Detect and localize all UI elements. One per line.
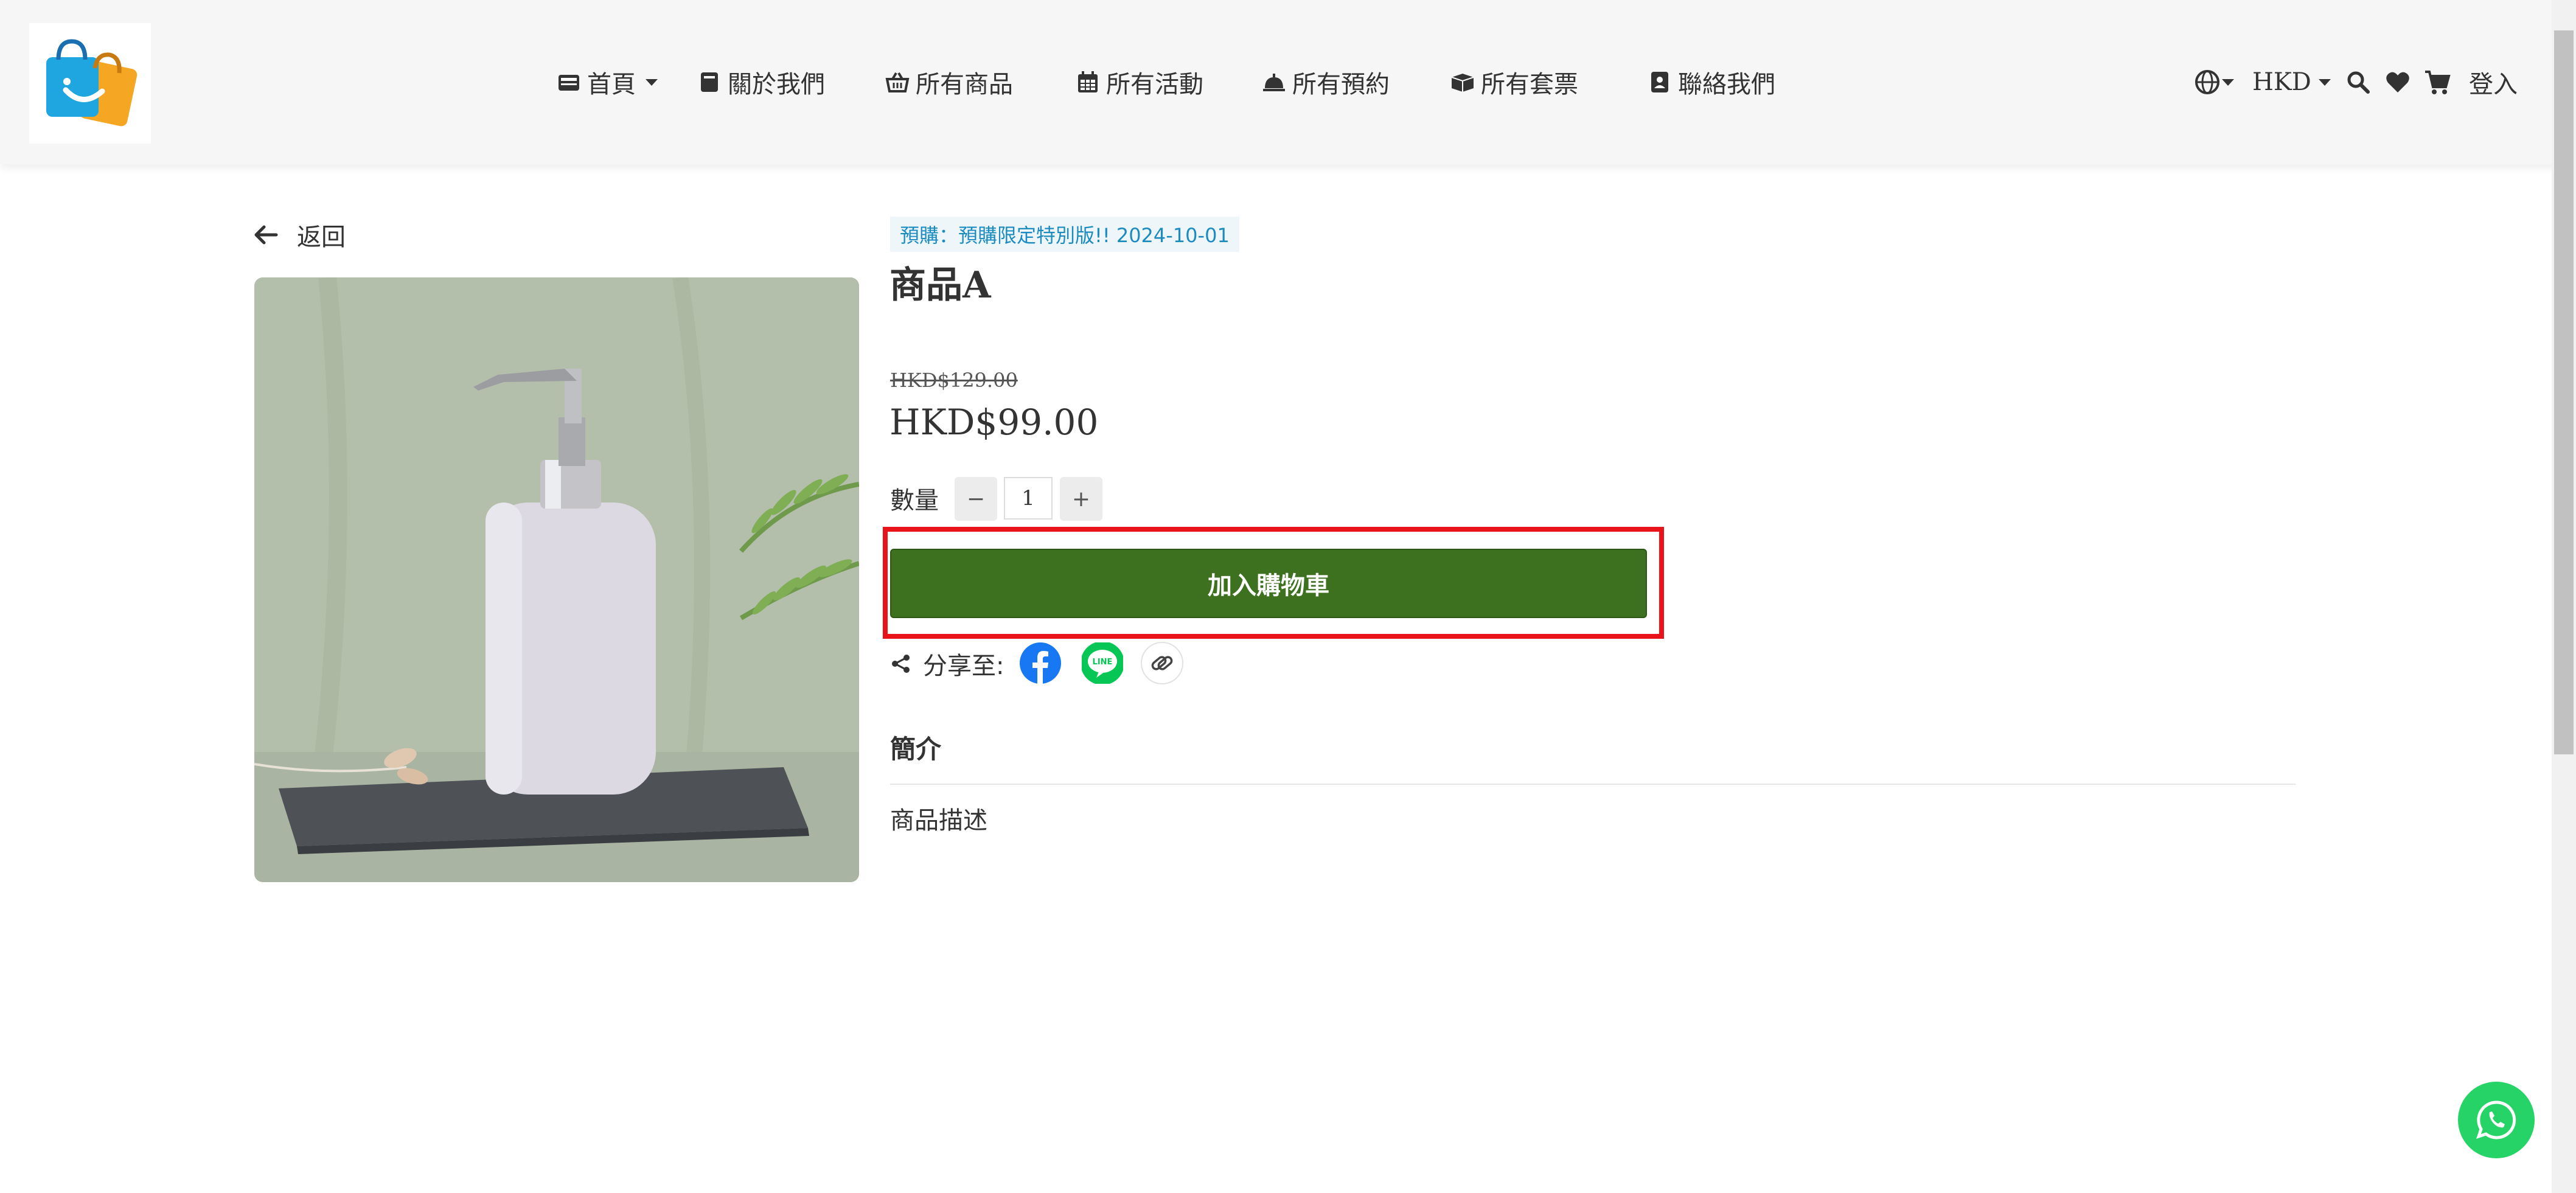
preorder-badge: 預購：預購限定特別版!! 2024-10-01: [890, 217, 1239, 252]
original-price: HKD$129.00: [890, 369, 1018, 392]
nav-products-label: 所有商品: [916, 71, 1013, 99]
nav-contact[interactable]: 聯絡我們: [1648, 61, 1775, 103]
nav-about[interactable]: 關於我們: [697, 61, 825, 103]
description-text: 商品描述: [890, 807, 987, 835]
nav-bookings-label: 所有預約: [1292, 71, 1390, 99]
shop-logo[interactable]: [29, 23, 151, 144]
soap-dispenser-photo: [254, 277, 859, 882]
site-header: 首頁 關於我們 所有商品 所有活動 所有預約 所有套票 聯絡我們 HKD 登入: [0, 0, 2576, 164]
search-icon[interactable]: [2346, 70, 2370, 94]
line-icon[interactable]: LINE: [1081, 641, 1124, 685]
back-label: 返回: [297, 223, 346, 251]
whatsapp-chat-button[interactable]: [2458, 1082, 2535, 1158]
share-row: 分享至:: [890, 642, 1004, 685]
quantity-increase-button[interactable]: +: [1060, 477, 1102, 521]
copy-link-icon[interactable]: [1140, 641, 1184, 685]
add-to-cart-button[interactable]: 加入購物車: [890, 549, 1647, 618]
svg-text:LINE: LINE: [1093, 658, 1113, 667]
facebook-icon[interactable]: [1018, 641, 1062, 685]
nav-packages-label: 所有套票: [1481, 71, 1578, 99]
share-icon: [892, 655, 910, 673]
book-icon: [701, 72, 718, 92]
nav-packages[interactable]: 所有套票: [1450, 61, 1578, 103]
globe-icon[interactable]: [2194, 69, 2221, 96]
currency-selector[interactable]: HKD: [2252, 61, 2333, 103]
sale-price: HKD$99.00: [889, 402, 1099, 443]
scrollbar-thumb[interactable]: [2554, 30, 2574, 754]
cart-icon[interactable]: [2424, 69, 2451, 96]
nav-home[interactable]: 首頁: [557, 61, 660, 103]
calendar-icon: [1078, 71, 1098, 92]
nav-products[interactable]: 所有商品: [885, 61, 1013, 103]
nav-bookings[interactable]: 所有預約: [1262, 61, 1390, 103]
basket-icon: [885, 72, 910, 92]
heart-icon[interactable]: [2385, 69, 2411, 95]
nav-about-label: 關於我們: [728, 71, 825, 99]
product-title: 商品A: [889, 264, 991, 307]
share-label: 分享至:: [923, 652, 1004, 680]
chevron-down-icon: [2318, 79, 2331, 86]
language-dropdown-icon[interactable]: [2219, 74, 2237, 91]
back-link[interactable]: 返回: [253, 217, 346, 253]
nav-home-label: 首頁: [587, 71, 636, 99]
quantity-label: 數量: [890, 487, 939, 515]
id-card-icon: [559, 75, 579, 91]
chevron-down-icon: [646, 79, 658, 86]
address-book-icon: [1651, 72, 1668, 92]
nav-events[interactable]: 所有活動: [1076, 61, 1203, 103]
nav-contact-label: 聯絡我們: [1678, 71, 1775, 99]
description-divider: [890, 784, 2296, 785]
nav-events-label: 所有活動: [1106, 71, 1203, 99]
shopping-bags-logo-icon: [46, 39, 138, 127]
product-image[interactable]: [254, 277, 859, 882]
login-link[interactable]: 登入: [2469, 61, 2518, 103]
whatsapp-icon: [2476, 1101, 2516, 1139]
description-heading: 簡介: [890, 734, 942, 764]
currency-label: HKD: [2252, 68, 2311, 96]
quantity-input[interactable]: [1004, 477, 1053, 520]
arrow-left-icon: [254, 225, 278, 245]
service-bell-icon: [1263, 74, 1285, 91]
quantity-decrease-button[interactable]: −: [955, 477, 997, 521]
ticket-box-icon: [1451, 74, 1474, 92]
